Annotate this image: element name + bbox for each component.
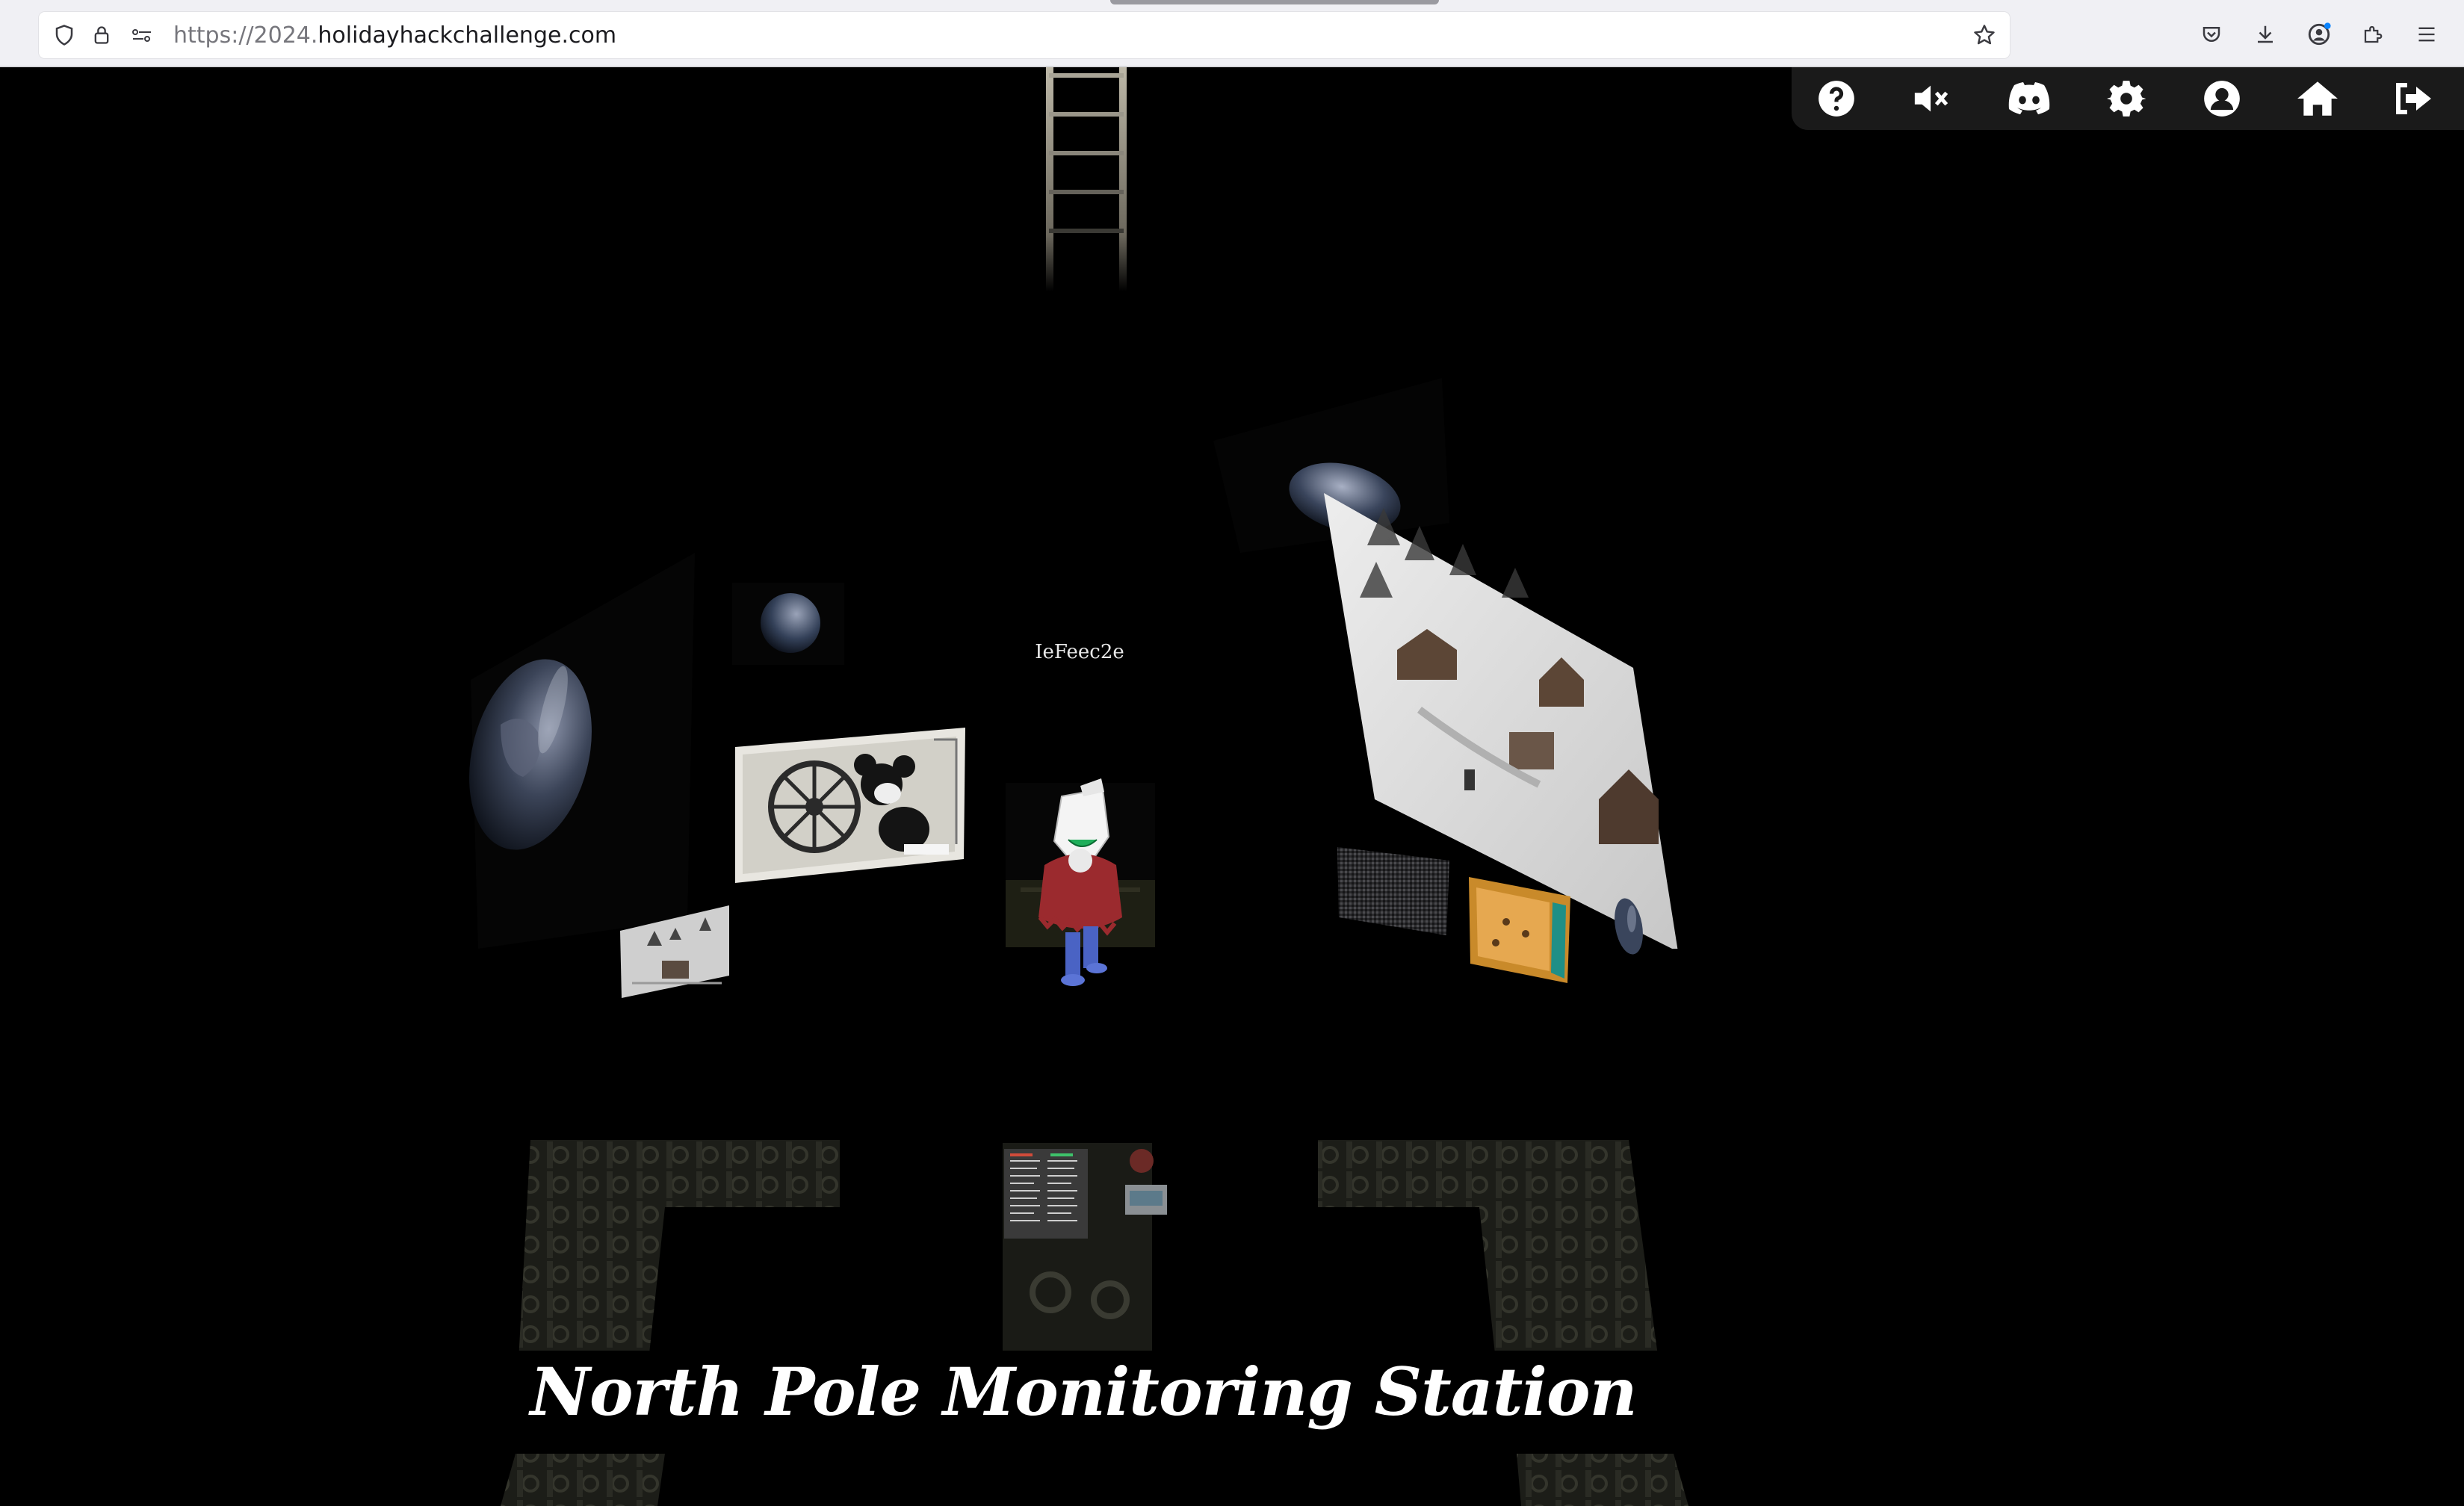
earth-monitor-small [732, 583, 844, 665]
profile-icon[interactable] [2198, 75, 2246, 123]
download-icon[interactable] [2252, 21, 2279, 48]
steamboat-cartoon-monitor [735, 728, 965, 883]
earth-monitor-tiny [1615, 898, 1643, 955]
machinery-floor-right [1318, 1140, 1688, 1506]
game-toolbar [1792, 67, 2464, 130]
pocket-icon[interactable] [2198, 21, 2225, 48]
snowy-village-monitor-small [620, 905, 729, 998]
settings-gear-icon[interactable] [2102, 75, 2150, 123]
bookmark-star-icon[interactable] [1969, 21, 1999, 49]
url-bar[interactable]: https://2024.holidayhackchallenge.com [39, 12, 2010, 58]
ladder[interactable] [1041, 67, 1131, 291]
control-console[interactable] [998, 1143, 1174, 1352]
game-board-monitor [1469, 877, 1570, 983]
game-scene[interactable]: IeFeec2e North Pole Monitoring Station [0, 67, 2464, 1506]
discord-icon[interactable] [2005, 75, 2053, 123]
menu-icon[interactable] [2413, 21, 2440, 48]
static-noise-monitor [1337, 847, 1449, 935]
logout-icon[interactable] [2389, 75, 2437, 123]
account-icon[interactable] [2306, 21, 2333, 48]
earth-monitor-left [469, 553, 695, 949]
machinery-floor-left [501, 1140, 840, 1506]
browser-chrome: https://2024.holidayhackchallenge.com [0, 0, 2464, 67]
url-host: holidayhackchallenge.com [318, 22, 617, 49]
player-avatar[interactable] [1006, 708, 1155, 992]
player-name-label: IeFeec2e [1035, 641, 1124, 663]
url-text[interactable]: https://2024.holidayhackchallenge.com [173, 22, 616, 49]
shield-icon[interactable] [51, 22, 78, 49]
tab-strip-indicator [1110, 0, 1439, 4]
extensions-icon[interactable] [2359, 21, 2386, 48]
home-icon[interactable] [2294, 75, 2341, 123]
permissions-icon[interactable] [127, 22, 157, 49]
mute-icon[interactable] [1908, 75, 1956, 123]
lock-icon[interactable] [88, 22, 115, 49]
help-icon[interactable] [1813, 75, 1860, 123]
url-scheme: https://2024. [173, 22, 318, 49]
station-title: North Pole Monitoring Station [530, 1353, 1637, 1431]
